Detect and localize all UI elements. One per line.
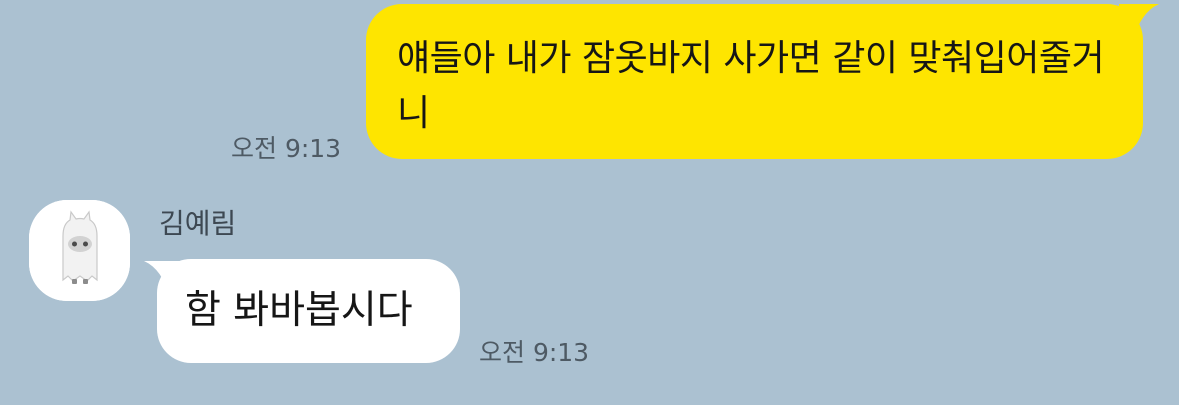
outgoing-message-time: 오전 9:13 — [231, 134, 342, 163]
bubble-tail-icon — [1119, 4, 1159, 40]
outgoing-message-bubble[interactable]: 얘들아 내가 잠옷바지 사가면 같이 맞춰입어줄거니 — [366, 4, 1159, 159]
avatar[interactable] — [29, 200, 130, 301]
incoming-message-bubble[interactable]: 함 봐바봅시다 — [144, 259, 460, 363]
bubble-tail-icon — [144, 261, 184, 297]
incoming-message-text: 함 봐바봅시다 — [185, 288, 413, 333]
sender-name: 김예림 — [159, 207, 237, 240]
incoming-message-time: 오전 9:13 — [479, 338, 590, 367]
ghost-avatar-icon — [29, 200, 130, 301]
outgoing-message-text: 얘들아 내가 잠옷바지 사가면 같이 맞춰입어줄거니 — [397, 38, 1105, 134]
